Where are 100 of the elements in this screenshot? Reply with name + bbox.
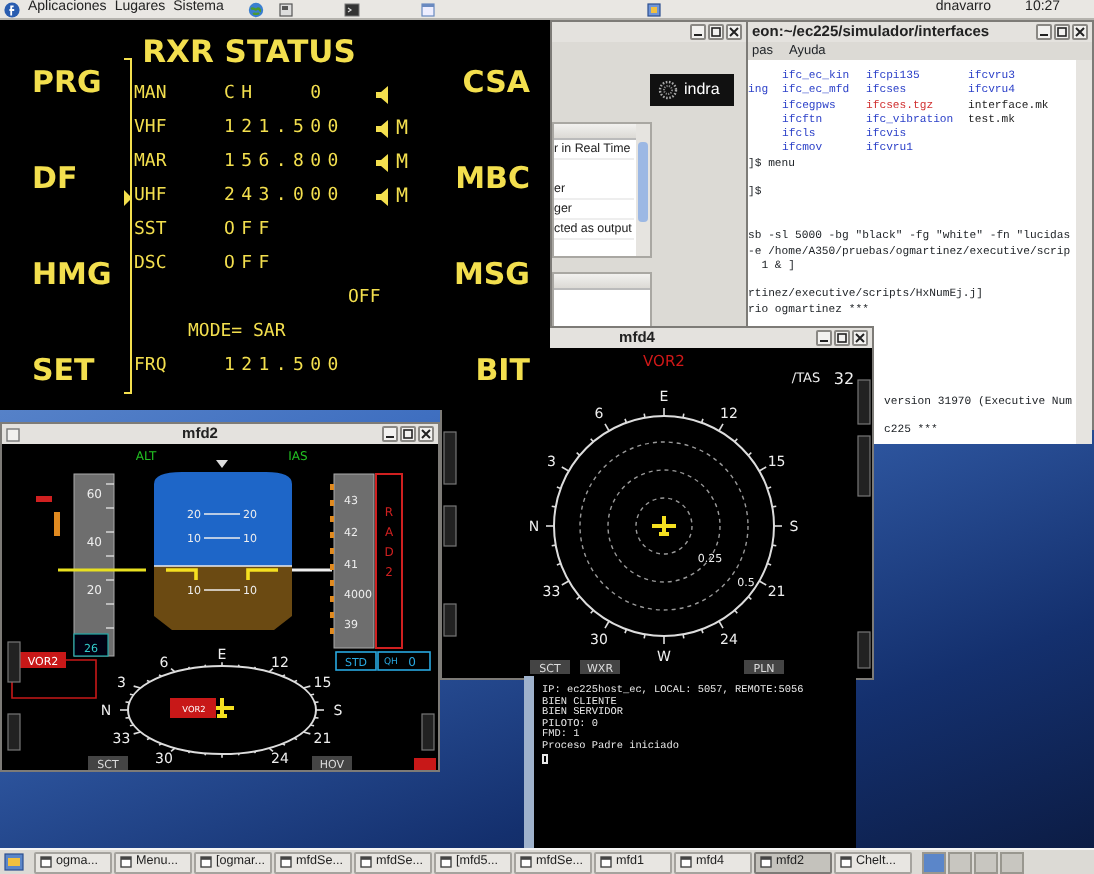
side-button[interactable] [7,641,21,683]
side-button[interactable] [443,505,457,547]
close-button[interactable] [852,330,868,346]
globe-icon[interactable] [247,1,264,17]
channel-label: UHF [132,183,169,210]
softkey-label[interactable]: PRG [32,64,124,100]
maximize-button[interactable] [708,24,724,40]
channel-value: 243.000 [224,183,347,210]
logo-text: indra [684,78,720,102]
side-button[interactable] [857,435,871,497]
minimize-button[interactable] [690,24,706,40]
side-button[interactable] [857,379,871,425]
minimize-button[interactable] [382,426,398,442]
side-button[interactable] [443,431,457,485]
vertical-speed-box [73,633,109,657]
nav-source-box [20,652,66,668]
softkey-background [88,756,128,770]
window-icon [840,856,852,868]
softkey-label[interactable]: SET [32,352,124,388]
dotted-circle-icon [658,80,678,100]
softkey-label[interactable]: MSG [453,256,530,292]
attitude-wings [164,568,280,582]
memory-label: M [396,116,409,144]
maximize-button[interactable] [1054,24,1070,40]
channel-label: MAR [132,149,169,176]
channel-label: DSC [132,251,169,278]
window-icon [760,856,772,868]
window-icon[interactable] [419,1,436,17]
window-icon [600,856,612,868]
scroll-thumb[interactable] [638,142,648,222]
memory-label: M [396,184,409,212]
aircraft-symbol [650,514,678,538]
baro-box [335,651,377,671]
window-menu-icon[interactable] [6,427,20,441]
channel-value: OFF [224,251,278,278]
window-icon [200,856,212,868]
frequency-label: FRQ [132,353,169,380]
channel-label: SST [132,217,169,244]
mode-text: MODE= SAR [188,319,286,346]
softkey-label[interactable]: DF [32,160,124,196]
close-button[interactable] [726,24,742,40]
close-icon [728,26,740,38]
tas-value: 32 [833,370,855,388]
softkey-label[interactable]: CSA [462,64,530,100]
close-button[interactable] [1072,24,1088,40]
circle-logo-icon[interactable] [4,1,20,17]
window-icon [40,856,52,868]
side-button[interactable] [443,603,457,637]
minimize-button[interactable] [816,330,832,346]
close-button[interactable] [418,426,434,442]
channel-label: MAN [132,81,169,108]
scrollbar[interactable] [636,124,650,256]
close-icon [420,428,432,440]
memory-label: M [396,150,409,178]
show-desktop-icon[interactable] [4,852,24,872]
workspace-switcher[interactable] [922,851,1024,873]
altitude-bug-icon [36,496,52,502]
frequency-value: 121.500 [224,353,347,380]
status-text: OFF [348,285,381,312]
channel-value: OFF [224,217,278,244]
channel-label: VHF [132,115,169,142]
display-title: RXR STATUS [140,32,358,74]
window-icon [520,856,532,868]
cursor-icon [542,753,548,764]
minimize-button[interactable] [1036,24,1052,40]
window-icon [120,856,132,868]
alert-icon [414,758,436,770]
window-icon [680,856,692,868]
maximize-icon [710,26,722,38]
reference-line [292,568,332,572]
sky-pointer-icon [216,460,228,468]
maximize-button[interactable] [834,330,850,346]
window-icon[interactable] [645,1,662,17]
maximize-icon [1056,26,1068,38]
softkey-background [312,756,352,770]
softkey-background [744,660,784,674]
channel-value: CH 0 [224,81,330,108]
trend-bar [54,512,60,536]
terminal-icon[interactable] [343,1,360,17]
qnh-box [377,651,431,671]
list-header [554,274,650,290]
softkey-label[interactable]: HMG [32,256,124,292]
side-button[interactable] [7,713,21,751]
reference-line [58,568,146,572]
note-icon[interactable] [277,1,294,17]
maximize-icon [402,428,414,440]
nav-bracket-line [11,659,97,699]
maximize-icon [836,332,848,344]
softkey-background [580,660,620,674]
close-icon [1074,26,1086,38]
maximize-button[interactable] [400,426,416,442]
side-button[interactable] [857,631,871,669]
window-icon [440,856,452,868]
scrollbar[interactable] [1076,60,1092,444]
softkey-label[interactable]: BIT [475,352,530,388]
side-button[interactable] [421,713,435,751]
softkey-label[interactable]: MBC [455,160,530,196]
heading-flag [170,698,216,718]
channel-value: 156.800 [224,149,347,176]
window-icon [280,856,292,868]
